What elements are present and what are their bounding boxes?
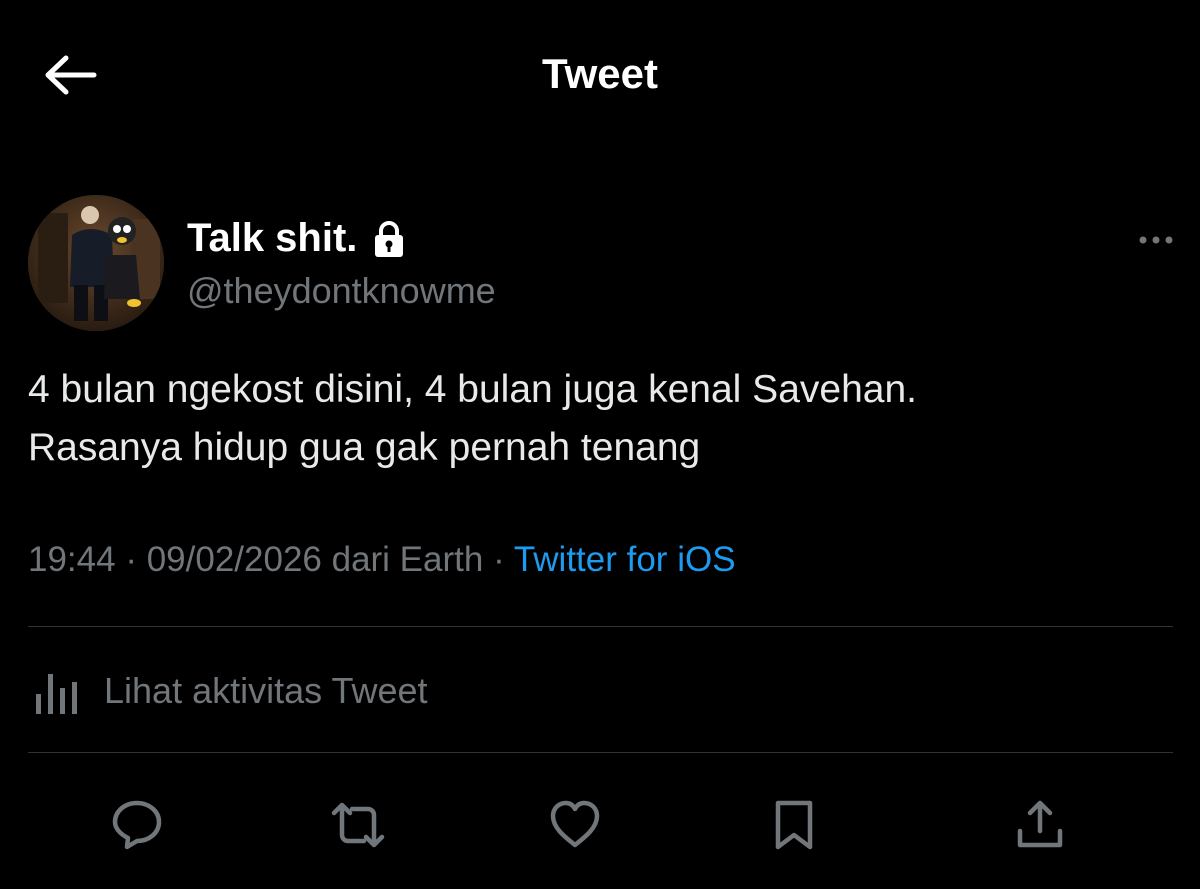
author-name-row[interactable]: Talk shit. — [187, 216, 407, 261]
meta-separator: · — [115, 540, 147, 579]
like-button[interactable] — [545, 795, 605, 855]
tweet-location: dari Earth — [321, 540, 484, 579]
author-handle[interactable]: @theydontknowme — [187, 270, 496, 312]
divider — [28, 752, 1173, 753]
retweet-icon — [331, 802, 385, 848]
reply-button[interactable] — [107, 795, 167, 855]
bookmark-button[interactable] — [764, 795, 824, 855]
tweet-text: 4 bulan ngekost disini, 4 bulan juga ken… — [28, 361, 1168, 477]
reply-icon — [112, 800, 162, 850]
more-icon — [1139, 236, 1173, 244]
avatar[interactable] — [28, 195, 164, 331]
author-name: Talk shit. — [187, 216, 358, 260]
share-icon — [1017, 800, 1063, 848]
tweet-meta: 19:44 · 09/02/2026 dari Earth · Twitter … — [28, 540, 736, 580]
back-button[interactable] — [40, 50, 100, 100]
divider — [28, 626, 1173, 627]
page-title: Tweet — [542, 50, 658, 97]
analytics-icon — [36, 674, 77, 714]
tweet-time: 19:44 — [28, 540, 116, 579]
heart-icon — [550, 800, 600, 848]
tweet-date: 09/02/2026 — [146, 540, 322, 579]
meta-separator: · — [483, 540, 514, 579]
retweet-button[interactable] — [328, 795, 388, 855]
view-activity-button[interactable]: Lihat aktivitas Tweet — [34, 668, 428, 714]
tweet-detail-screen: Tweet Talk shit. @theydontknowme 4 bulan… — [0, 0, 1200, 889]
more-options-button[interactable] — [1136, 225, 1176, 255]
tweet-text-line: 4 bulan ngekost disini, 4 bulan juga ken… — [28, 368, 917, 411]
tweet-text-line: Rasanya hidup gua gak pernah tenang — [28, 426, 701, 469]
view-activity-label: Lihat aktivitas Tweet — [104, 670, 428, 711]
share-button[interactable] — [1010, 795, 1070, 855]
arrow-left-icon — [45, 55, 97, 95]
lock-icon — [371, 219, 407, 259]
bookmark-icon — [775, 800, 813, 850]
tweet-source-link[interactable]: Twitter for iOS — [514, 540, 736, 579]
